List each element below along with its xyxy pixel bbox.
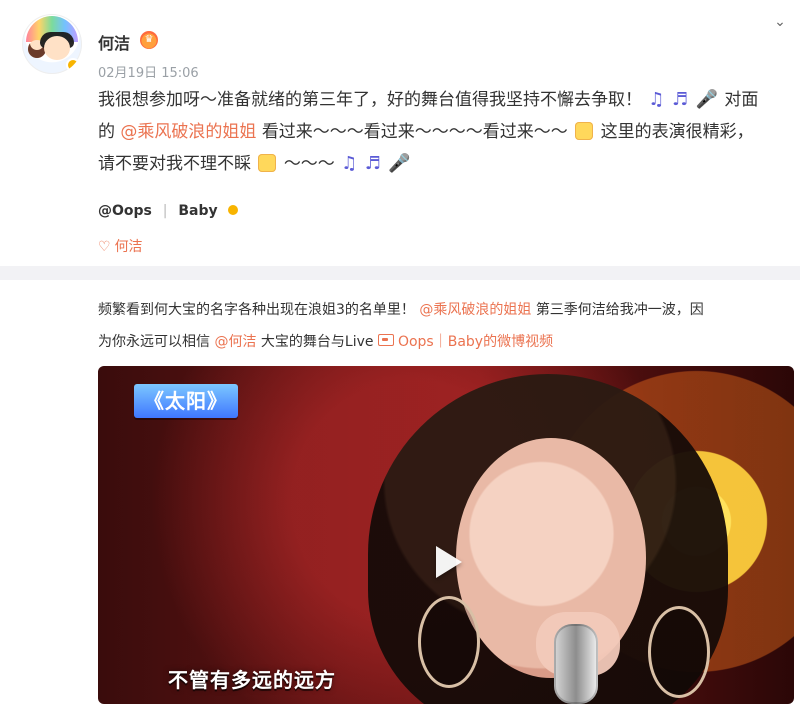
author-name[interactable]: 何洁: [98, 30, 130, 54]
content-line1-prefix: 我很想参加呀～准备就绪的第三年了，好的舞台值得我坚持不懈去争取！: [98, 90, 642, 110]
microphone-icon: 🎤: [388, 153, 411, 174]
video-link-label[interactable]: Oops｜Baby的微博视频: [398, 334, 553, 350]
content-line2-prefix: 的: [98, 122, 115, 142]
avatar-face: [44, 36, 70, 60]
earring-right: [648, 606, 710, 698]
music-note-icon: ♫: [341, 153, 358, 174]
content-line2-text: 看过来～～～看过来～～～～看过来～～: [261, 122, 568, 142]
repost-line1-prefix: 频繁看到何大宝的名字各种出现在浪姐3的名单里！: [98, 302, 415, 318]
weibo-post: 何洁 ♛ 02月19日 15:06 ⌄ 我很想参加呀～准备就绪的第三年了，好的舞…: [0, 0, 800, 704]
chevron-down-icon[interactable]: ⌄: [772, 14, 788, 30]
music-note-icon: ♬: [671, 89, 689, 110]
smile-emoji-icon: [575, 122, 594, 140]
mention-link[interactable]: @乘风破浪的姐姐: [419, 302, 531, 318]
author-avatar[interactable]: [22, 14, 82, 74]
earring-left: [418, 596, 480, 688]
content-line3-suffix: ～～～: [283, 154, 335, 174]
love-tag[interactable]: ♡ 何洁: [98, 236, 143, 256]
post-content: 我很想参加呀～准备就绪的第三年了，好的舞台值得我坚持不懈去争取！ ♫ ♬ 🎤 对…: [98, 84, 788, 180]
repost-line2-prefix: 为你永远可以相信: [98, 334, 210, 350]
music-note-icon: ♫: [648, 89, 665, 110]
repost-line2-mid: 大宝的舞台与Live: [260, 334, 374, 350]
microphone: [554, 624, 598, 704]
repost-from[interactable]: @Oops | Baby: [98, 203, 239, 219]
repost-line1-suffix: 第三季何洁给我冲一波，因: [535, 302, 704, 318]
reposted-content: 频繁看到何大宝的名字各种出现在浪姐3的名单里！ @乘风破浪的姐姐 第三季何洁给我…: [98, 294, 788, 358]
play-icon[interactable]: [426, 542, 462, 578]
content-line3-text: 请不要对我不理不睬: [98, 154, 251, 174]
content-line2-suffix: 这里的表演很精彩，: [600, 122, 754, 142]
content-line1-suffix: 对面: [724, 90, 759, 110]
mention-link[interactable]: @何洁: [214, 334, 256, 350]
section-divider: [0, 266, 800, 280]
verified-icon: [228, 205, 239, 215]
repost-user-suffix[interactable]: Baby: [178, 203, 217, 219]
love-tag-label[interactable]: 何洁: [115, 239, 143, 255]
post-timestamp[interactable]: 02月19日 15:06: [98, 62, 199, 81]
heart-icon: ♡: [98, 239, 111, 255]
video-link-icon: [377, 334, 394, 346]
video-player[interactable]: 《太阳》 不管有多远的远方: [98, 366, 794, 704]
music-note-icon: ♬: [364, 153, 381, 174]
laugh-emoji-icon: [258, 154, 277, 172]
crown-icon: ♛: [140, 31, 158, 49]
repost-user[interactable]: @Oops: [98, 203, 152, 219]
microphone-icon: 🎤: [695, 89, 718, 110]
video-subtitle: 不管有多远的远方: [168, 668, 336, 692]
performer-visual: [368, 374, 728, 704]
verified-icon: [66, 58, 80, 72]
video-link[interactable]: Oops｜Baby的微博视频: [377, 334, 553, 350]
repost-separator: |: [162, 203, 168, 219]
video-title-badge: 《太阳》: [134, 384, 238, 418]
mention-link[interactable]: @乘风破浪的姐姐: [120, 122, 256, 142]
